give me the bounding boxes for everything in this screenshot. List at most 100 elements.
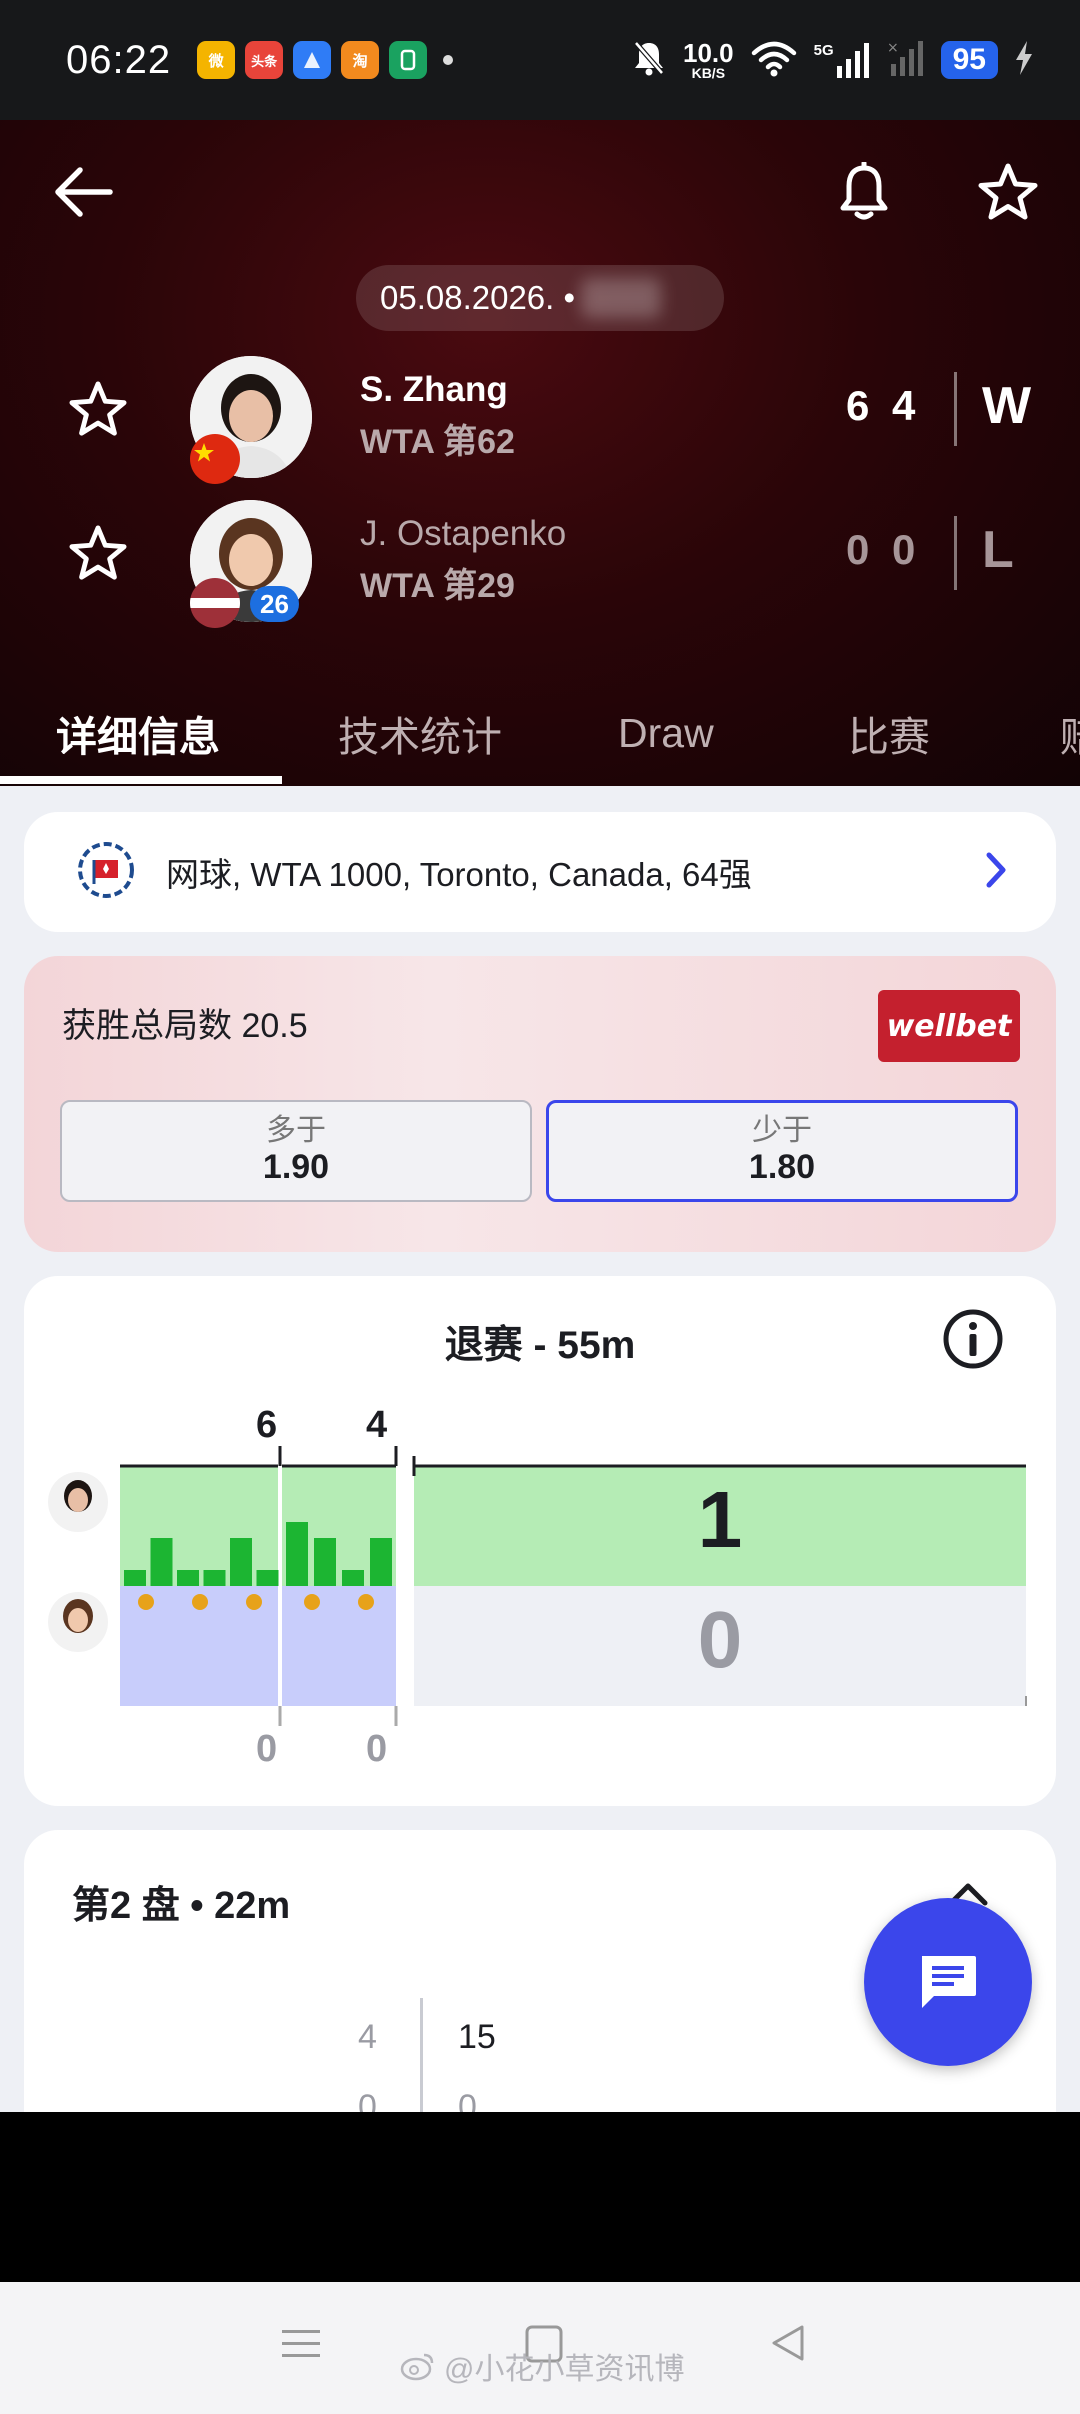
favorite-player-1-button[interactable]	[68, 380, 148, 460]
browser-icon	[293, 41, 332, 79]
competition-label: 网球, WTA 1000, Toronto, Canada, 64强	[166, 856, 752, 893]
ball-marker-icon	[192, 1594, 208, 1610]
betting-market-title: 获胜总局数 20.5	[62, 1007, 308, 1045]
momentum-bar	[342, 1570, 364, 1586]
mute-icon	[631, 39, 667, 82]
favorite-player-2-button[interactable]	[68, 524, 148, 604]
player-2-result: L	[982, 521, 1014, 579]
sets-won-player-1: 1	[697, 1475, 743, 1564]
ball-marker-icon	[138, 1594, 154, 1610]
odds-under-value: 1.80	[748, 1148, 816, 1187]
momentum-bar	[370, 1538, 392, 1586]
tab-matches[interactable]: 比赛	[848, 680, 930, 786]
momentum-bar	[124, 1570, 146, 1586]
bell-icon	[840, 162, 888, 220]
more-notifications-dot	[443, 55, 454, 65]
charging-icon	[1014, 40, 1034, 80]
ball-marker-icon	[246, 1594, 262, 1610]
weibo-icon: 微	[197, 41, 236, 79]
network-speed: 10.0 KB/S	[683, 38, 734, 81]
phone-icon	[389, 41, 428, 79]
odds-under-label: 少于	[752, 1114, 812, 1148]
triangle-back-icon	[772, 2325, 804, 2361]
odds-over-value: 1.90	[262, 1148, 330, 1187]
wellbet-logo[interactable]: wellbet	[878, 990, 1020, 1062]
set-2-divider	[420, 1998, 423, 2112]
momentum-bar	[286, 1522, 308, 1586]
set-2-bottom-score: 0	[366, 1728, 388, 1770]
player-row-2[interactable]: 26 J. Ostapenko WTA 第29 0 0 L	[0, 496, 1080, 628]
odds-under-button[interactable]: 少于 1.80	[546, 1100, 1018, 1202]
star-icon	[69, 525, 127, 580]
chat-button[interactable]	[864, 1898, 1032, 2066]
notification-bell-button[interactable]	[824, 152, 904, 232]
back-nav-button[interactable]	[768, 2322, 808, 2369]
info-button[interactable]	[942, 1308, 1004, 1375]
cellular-signal-2-icon: ×	[887, 40, 925, 81]
player-1-set2-score: 4	[892, 382, 916, 429]
tournament-logo-icon	[76, 840, 136, 905]
tab-statistics[interactable]: 技术统计	[338, 680, 502, 786]
match-header: 05.08.2026. • S. Zhang WTA 第62 6 4 W 26	[0, 120, 1080, 786]
tab-details[interactable]: 详细信息	[56, 680, 220, 786]
set-2-title: 第2 盘 • 22m	[72, 1885, 291, 1927]
notification-app-icons: 微 头条 淘	[197, 41, 428, 79]
set-2-games-row-1: 4	[358, 2018, 377, 2056]
cellular-signal-icon: 5G	[814, 42, 871, 78]
star-icon	[69, 381, 127, 436]
arrow-left-icon	[55, 167, 113, 217]
set-2-points-row-1: 15	[458, 2018, 496, 2056]
taobao-icon: 淘	[341, 41, 380, 79]
momentum-bar	[177, 1570, 199, 1586]
set-2-games-row-2: 0	[358, 2088, 377, 2112]
player-1-set1-score: 6	[846, 382, 870, 429]
player-2-rank: WTA 第29	[360, 567, 515, 605]
star-icon	[978, 163, 1038, 220]
competition-card[interactable]: 网球, WTA 1000, Toronto, Canada, 64强	[24, 812, 1056, 932]
player-row-1[interactable]: S. Zhang WTA 第62 6 4 W	[0, 352, 1080, 484]
momentum-bar	[256, 1570, 279, 1586]
score-divider	[954, 372, 957, 446]
set-1-top-score: 6	[256, 1404, 278, 1446]
chevron-right-icon	[982, 850, 1010, 895]
player-2-seed-badge: 26	[250, 586, 299, 622]
favorite-match-button[interactable]	[968, 152, 1048, 232]
tab-draw[interactable]: Draw	[618, 680, 714, 786]
momentum-bar	[230, 1538, 252, 1586]
player-2-set1-score: 0	[846, 526, 870, 573]
chat-icon	[922, 1956, 976, 2008]
ball-marker-icon	[304, 1594, 320, 1610]
ball-marker-icon	[358, 1594, 374, 1610]
toutiao-icon: 头条	[245, 41, 284, 79]
status-bar: 06:22 微 头条 淘 10.0 KB/S 5G × 95	[0, 0, 1080, 120]
momentum-bar	[314, 1538, 336, 1586]
odds-over-label: 多于	[266, 1114, 326, 1148]
svg-text:×: ×	[887, 40, 899, 56]
tab-bar: 详细信息 技术统计 Draw 比赛 赔	[0, 680, 1080, 786]
info-icon	[943, 1309, 1003, 1369]
player-1-rank: WTA 第62	[360, 423, 515, 461]
menu-icon	[282, 2330, 320, 2357]
tab-odds[interactable]: 赔	[1060, 680, 1080, 786]
blurred-time	[581, 278, 662, 318]
momentum-bar	[203, 1570, 226, 1586]
date-text: 05.08.2026. •	[380, 279, 576, 316]
back-button[interactable]	[42, 152, 122, 232]
system-navigation-bar: @小花小草资讯博	[0, 2282, 1080, 2414]
odds-over-button[interactable]: 多于 1.90	[60, 1100, 532, 1202]
momentum-bar	[150, 1538, 173, 1586]
china-flag-icon	[190, 434, 240, 484]
latvia-flag-icon	[190, 578, 240, 628]
sets-won-player-2: 0	[697, 1595, 743, 1684]
match-status-title: 退赛 - 55m	[444, 1324, 636, 1367]
set-1-bottom-score: 0	[256, 1728, 278, 1770]
player-1-result: W	[982, 377, 1032, 435]
set-2-points-row-2: 0	[458, 2088, 477, 2112]
recent-apps-button[interactable]	[280, 2322, 322, 2369]
score-summary-card: 退赛 - 55m 6 4 0 0 1 0	[24, 1276, 1056, 1806]
player-2-name: J. Ostapenko	[360, 514, 567, 553]
set-2-top-score: 4	[366, 1404, 388, 1446]
black-area	[0, 2112, 1080, 2282]
player-2-set2-score: 0	[892, 526, 916, 573]
clock: 06:22	[66, 37, 172, 82]
